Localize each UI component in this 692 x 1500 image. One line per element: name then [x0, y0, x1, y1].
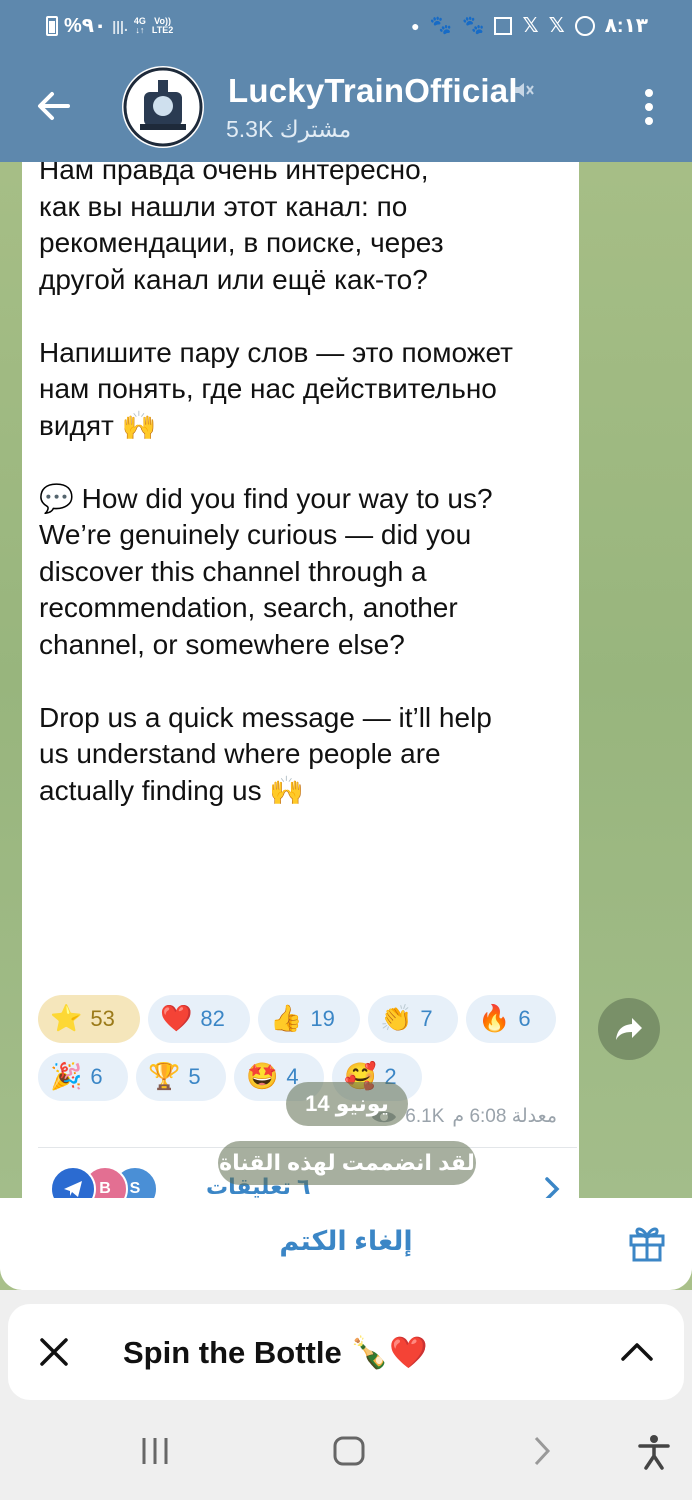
reaction-fire[interactable]: 🔥 6 — [466, 995, 556, 1043]
chevron-right-icon — [545, 1177, 560, 1198]
mini-app-card[interactable]: Spin the Bottle 🍾❤️ — [8, 1304, 684, 1400]
paw-icon: 🐾 — [429, 15, 453, 36]
chat-area[interactable]: Нам правда очень интересно, как вы нашли… — [0, 162, 692, 1198]
close-icon[interactable] — [38, 1336, 70, 1368]
x-app-icon: 𝕏 — [548, 15, 565, 37]
unmute-button[interactable]: إلغاء الكتم — [0, 1226, 692, 1257]
star-icon: ⭐ — [50, 1004, 83, 1034]
reaction-clap[interactable]: 👏 7 — [368, 995, 458, 1043]
reaction-thumbs-up[interactable]: 👍 19 — [258, 995, 360, 1043]
date-separator: 14 يونيو — [286, 1082, 408, 1126]
home-icon[interactable] — [332, 1436, 366, 1466]
gift-icon[interactable] — [628, 1222, 666, 1262]
clap-icon: 👏 — [380, 1004, 413, 1034]
heart-icon: ❤️ — [160, 1004, 193, 1034]
back-nav-icon[interactable] — [532, 1436, 552, 1466]
message-time: معدلة 6:08 م — [452, 1106, 557, 1127]
mini-app-title: Spin the Bottle 🍾❤️ — [123, 1335, 428, 1371]
unmute-bar: إلغاء الكتم — [0, 1198, 692, 1290]
reaction-heart[interactable]: ❤️ 82 — [148, 995, 250, 1043]
reaction-trophy[interactable]: 🏆 5 — [136, 1053, 226, 1101]
trophy-icon: 🏆 — [148, 1062, 181, 1092]
comment-avatars: S B — [48, 1166, 168, 1198]
party-popper-icon: 🎉 — [50, 1062, 83, 1092]
channel-title[interactable]: LuckyTrainOfficial — [228, 72, 518, 110]
status-bar: %٩٠ |||. 4G ↓↑ Vo)) LTE2 ● 🐾 🐾 𝕏 𝕏 ٨:١٣ — [0, 0, 692, 52]
volte-indicator: Vo)) LTE2 — [151, 15, 174, 35]
notification-dot-icon: ● — [411, 17, 420, 34]
network-indicator: 4G ↓↑ — [133, 15, 146, 35]
accessibility-icon[interactable] — [638, 1434, 670, 1470]
view-count: 6.1K — [405, 1105, 445, 1127]
train-logo-icon — [123, 67, 203, 147]
share-button[interactable] — [598, 998, 660, 1060]
thumbs-up-icon: 👍 — [270, 1004, 303, 1034]
back-arrow-icon[interactable] — [34, 86, 74, 126]
whatsapp-icon — [574, 15, 595, 36]
channel-avatar[interactable] — [122, 66, 204, 148]
recent-apps-icon[interactable] — [140, 1436, 170, 1466]
subscriber-count: 5.3K مشترك — [226, 116, 352, 142]
signal-icon: |||. — [112, 17, 128, 34]
telegram-icon — [64, 1181, 82, 1197]
app-notification-icon — [494, 16, 513, 35]
reaction-party[interactable]: 🎉 6 — [38, 1053, 128, 1101]
star-struck-icon: 🤩 — [246, 1062, 279, 1092]
message-text: Нам правда очень интересно, как вы нашли… — [39, 162, 513, 806]
message-bubble[interactable]: Нам правда очень интересно, как вы нашли… — [22, 162, 579, 1198]
bottle-heart-icon: 🍾❤️ — [350, 1335, 428, 1371]
chat-header: LuckyTrainOfficial 5.3K مشترك — [0, 52, 692, 162]
battery-icon — [46, 15, 58, 36]
system-nav-bar — [0, 1400, 692, 1500]
forward-icon — [616, 1018, 642, 1040]
clock: ٨:١٣ — [604, 15, 648, 37]
chevron-up-icon[interactable] — [620, 1340, 654, 1362]
muted-icon — [515, 83, 534, 97]
battery-percent: %٩٠ — [64, 15, 107, 37]
joined-notice: لقد انضممت لهذه القناة — [218, 1141, 476, 1185]
reaction-star[interactable]: ⭐ 53 — [38, 995, 140, 1043]
paw-icon: 🐾 — [462, 15, 485, 36]
fire-icon: 🔥 — [478, 1004, 511, 1034]
x-app-icon: 𝕏 — [522, 15, 539, 37]
more-options-icon[interactable] — [644, 88, 654, 126]
